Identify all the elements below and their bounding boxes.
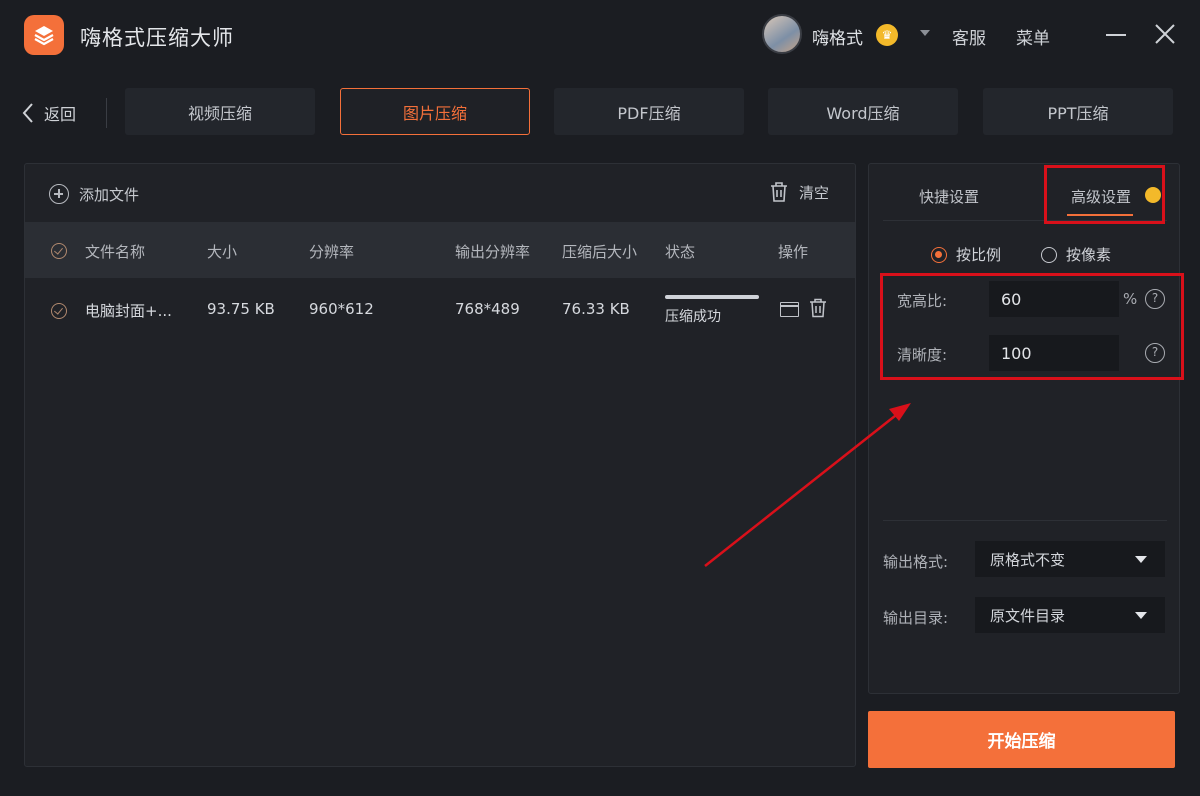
annotation-arrow bbox=[704, 403, 911, 567]
